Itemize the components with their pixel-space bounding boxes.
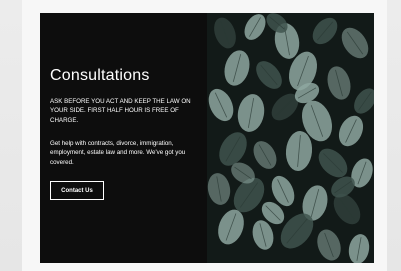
consultations-subtitle: ASK BEFORE YOU ACT AND KEEP THE LAW ON Y… — [50, 98, 191, 124]
contact-us-button[interactable]: Contact Us — [50, 181, 104, 200]
consultations-banner: Consultations ASK BEFORE YOU ACT AND KEE… — [40, 13, 374, 263]
consultations-description: Get help with contracts, divorce, immigr… — [50, 140, 186, 166]
plant-photo — [207, 13, 374, 263]
plant-leaves-image — [207, 13, 374, 263]
consultations-title: Consultations — [50, 67, 150, 84]
consultations-text-panel: Consultations ASK BEFORE YOU ACT AND KEE… — [40, 13, 207, 263]
